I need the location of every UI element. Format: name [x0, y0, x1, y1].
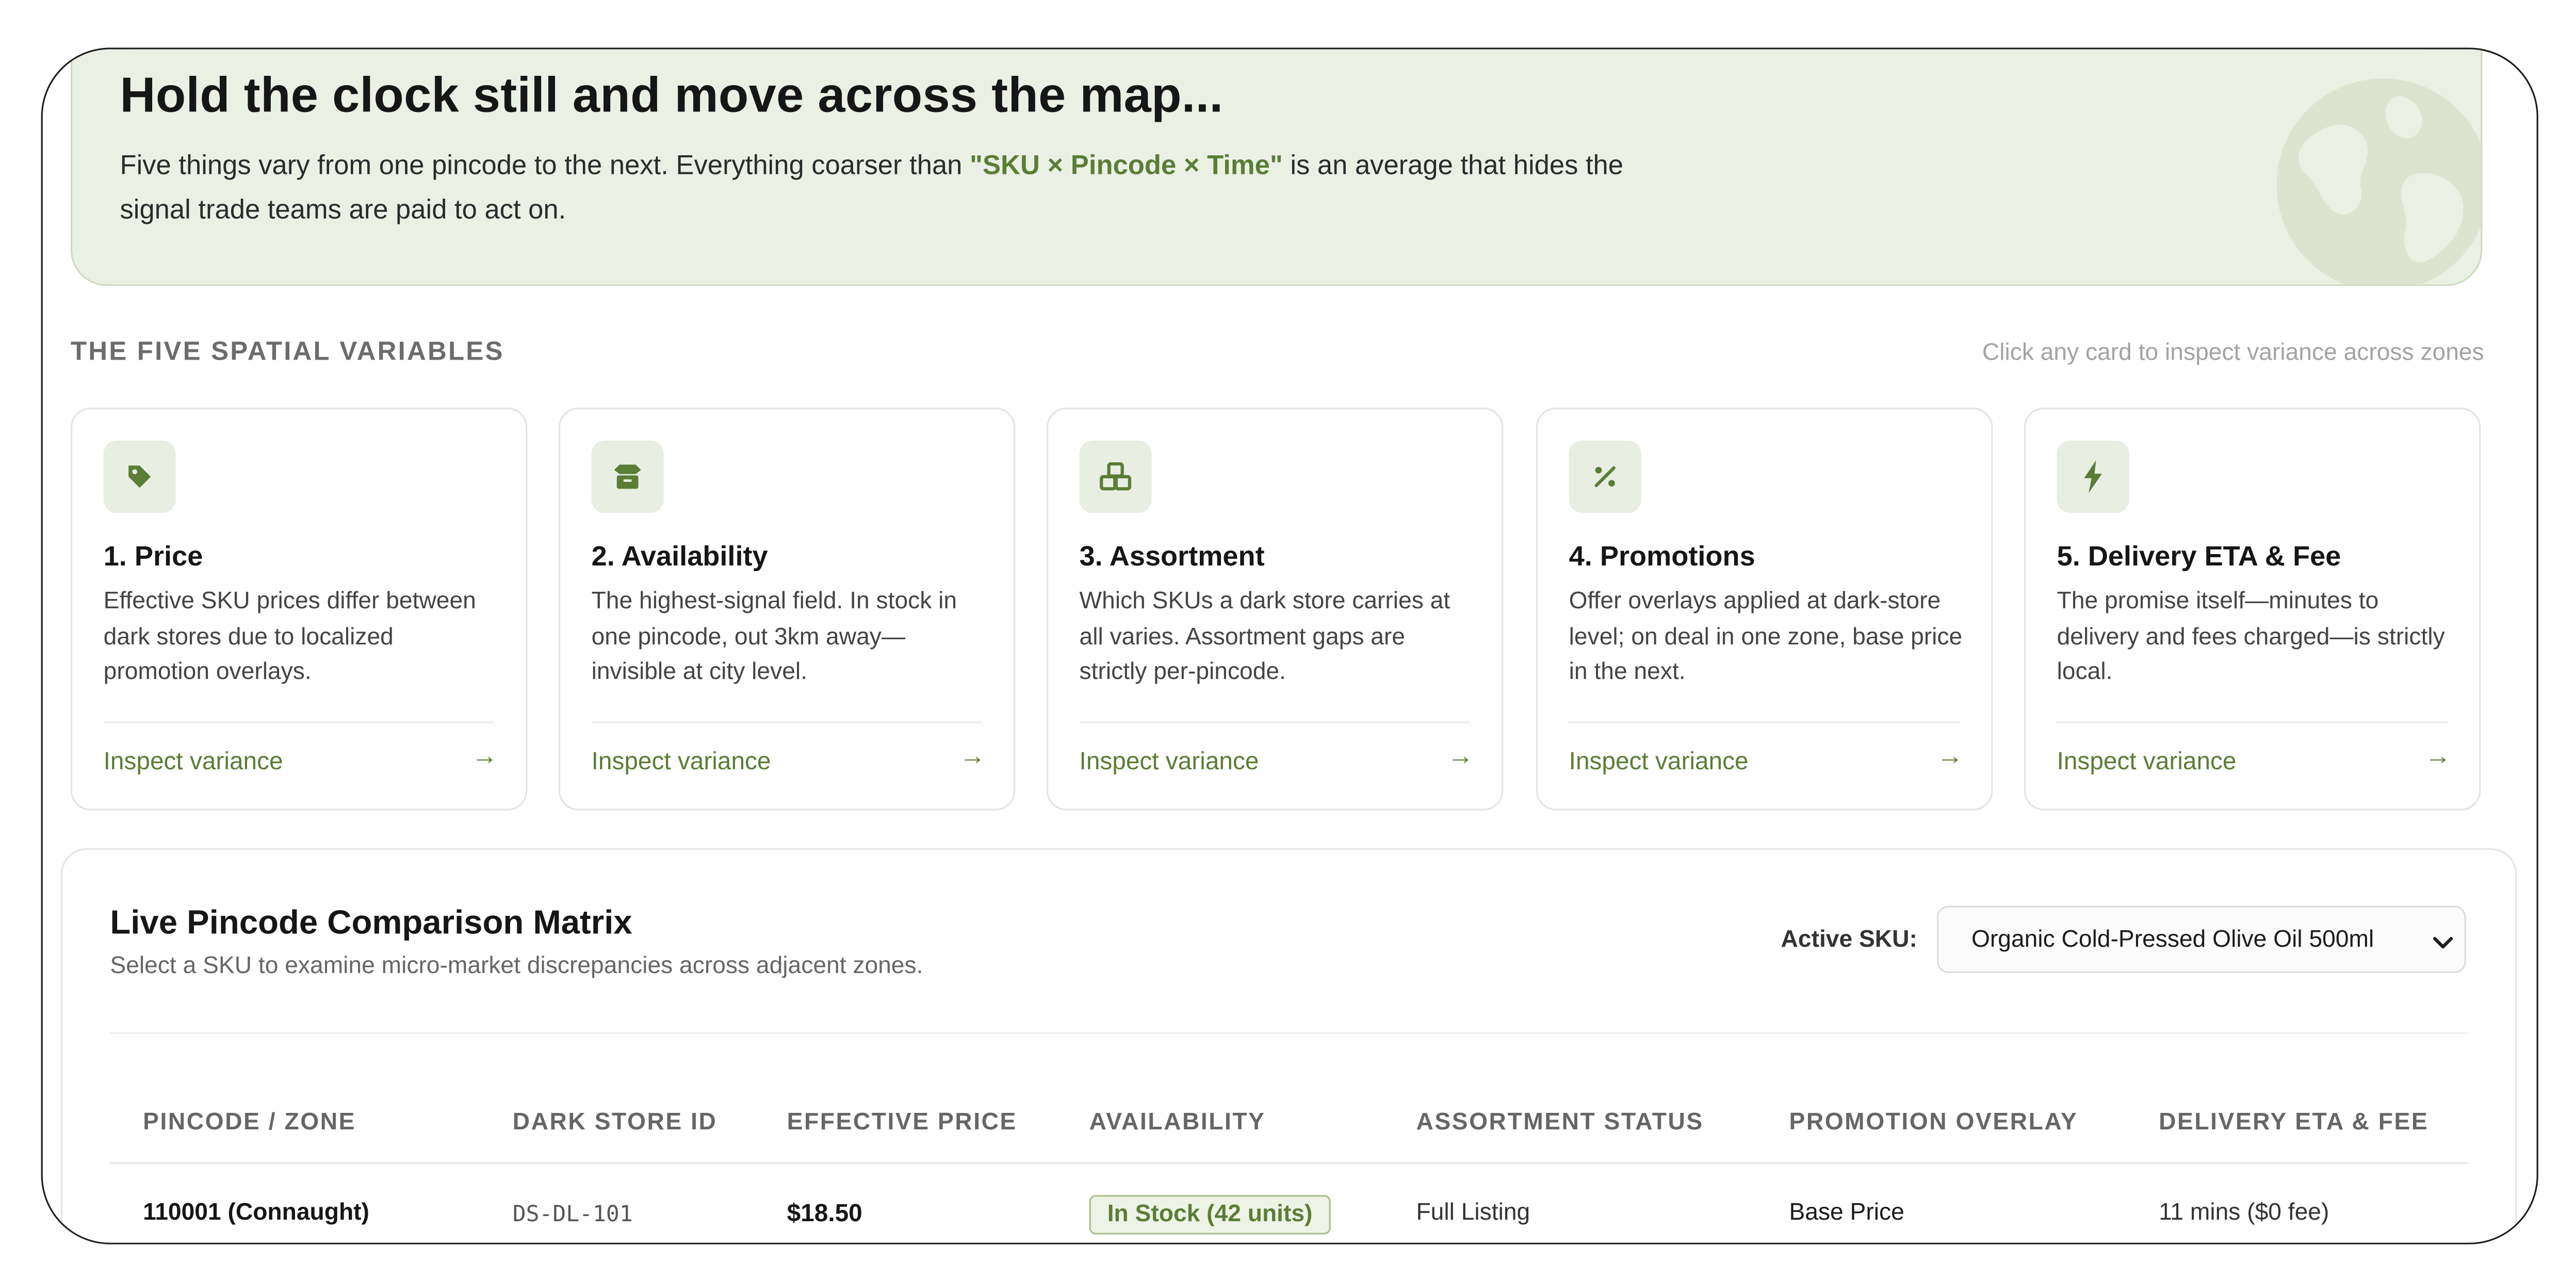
card-title: 2. Availability	[591, 541, 768, 572]
inspect-variance-link[interactable]: Inspect variance	[104, 748, 283, 776]
card-availability[interactable]: 2. Availability The highest-signal field…	[558, 408, 1016, 811]
column-header-availability[interactable]: AVAILABILITY	[1089, 1110, 1266, 1136]
globe-icon	[2276, 78, 2481, 285]
hero-banner: Hold the clock still and move across the…	[70, 49, 2483, 286]
arrow-right-icon[interactable]: →	[1447, 743, 1474, 772]
card-description: Offer overlays applied at dark-store lev…	[1569, 588, 1963, 686]
chevron-down-icon	[2433, 937, 2453, 949]
matrix-title: Live Pincode Comparison Matrix	[110, 904, 632, 942]
card-title: 5. Delivery ETA & Fee	[2057, 541, 2341, 572]
card-divider	[1569, 721, 1960, 723]
box-open-icon	[591, 440, 664, 513]
cell-promotion: Base Price	[1789, 1200, 1904, 1226]
hero-desc-text: Five things vary from one pincode to the…	[120, 151, 970, 181]
percent-icon	[1569, 440, 1641, 513]
inspect-variance-link[interactable]: Inspect variance	[1080, 748, 1259, 776]
hero-description: Five things vary from one pincode to the…	[120, 144, 1698, 233]
card-description: The promise itself—minutes to delivery a…	[2057, 588, 2445, 686]
card-price[interactable]: 1. Price Effective SKU prices differ bet…	[70, 408, 528, 811]
bolt-icon	[2057, 440, 2129, 513]
card-divider	[591, 721, 983, 723]
cell-delivery: 11 mins ($0 fee)	[2159, 1200, 2329, 1226]
tag-icon	[103, 440, 176, 513]
card-divider	[103, 721, 495, 723]
section-title: THE FIVE SPATIAL VARIABLES	[70, 338, 504, 367]
cell-assortment: Full Listing	[1416, 1200, 1530, 1226]
availability-badge: In Stock (42 units)	[1089, 1195, 1331, 1235]
matrix-subtitle: Select a SKU to examine micro-market dis…	[110, 953, 923, 980]
column-header-promotion[interactable]: PROMOTION OVERLAY	[1789, 1110, 2078, 1136]
card-title: 1. Price	[103, 541, 203, 572]
card-description: Effective SKU prices differ between dark…	[103, 588, 476, 686]
card-description: Which SKUs a dark store carries at all v…	[1079, 588, 1450, 686]
column-header-delivery[interactable]: DELIVERY ETA & FEE	[2159, 1110, 2428, 1136]
card-title: 3. Assortment	[1079, 541, 1265, 572]
cell-pincode: 110001 (Connaught)	[143, 1200, 369, 1226]
card-description: The highest-signal field. In stock in on…	[591, 588, 957, 686]
app-window: Hold the clock still and move across the…	[41, 47, 2538, 1244]
card-title: 4. Promotions	[1569, 541, 1755, 572]
divider	[110, 1032, 2468, 1034]
inspect-variance-link[interactable]: Inspect variance	[1569, 748, 1749, 776]
card-delivery[interactable]: 5. Delivery ETA & Fee The promise itself…	[2024, 408, 2481, 811]
column-header-price[interactable]: EFFECTIVE PRICE	[787, 1110, 1017, 1136]
active-sku-value: Organic Cold-Pressed Olive Oil 500ml	[1971, 927, 2374, 953]
arrow-right-icon[interactable]: →	[1937, 743, 1963, 772]
arrow-right-icon[interactable]: →	[471, 743, 498, 772]
arrow-right-icon[interactable]: →	[2425, 743, 2451, 772]
cubes-icon	[1079, 440, 1152, 513]
active-sku-label: Active SKU:	[1781, 927, 1917, 953]
cell-store-id: DS-DL-101	[512, 1201, 633, 1228]
page: Hold the clock still and move across the…	[0, 0, 2576, 1279]
comparison-matrix-panel: Live Pincode Comparison Matrix Select a …	[60, 848, 2517, 1243]
hero-title: Hold the clock still and move across the…	[120, 69, 1224, 123]
card-divider	[1079, 721, 1471, 723]
hero-desc-highlight: "SKU × Pincode × Time"	[970, 151, 1283, 181]
arrow-right-icon[interactable]: →	[959, 743, 986, 772]
cell-price: $18.50	[787, 1200, 862, 1228]
card-divider	[2057, 721, 2448, 723]
column-header-assortment[interactable]: ASSORTMENT STATUS	[1416, 1110, 1703, 1136]
table-header-divider	[110, 1162, 2468, 1164]
column-header-pincode[interactable]: PINCODE / ZONE	[143, 1110, 356, 1136]
column-header-store-id[interactable]: DARK STORE ID	[513, 1110, 718, 1136]
inspect-variance-link[interactable]: Inspect variance	[592, 748, 771, 776]
card-promotions[interactable]: 4. Promotions Offer overlays applied at …	[1536, 408, 1993, 811]
section-hint: Click any card to inspect variance acros…	[1982, 340, 2484, 367]
active-sku-select[interactable]: Organic Cold-Pressed Olive Oil 500ml	[1937, 905, 2466, 974]
card-assortment[interactable]: 3. Assortment Which SKUs a dark store ca…	[1046, 408, 1504, 811]
inspect-variance-link[interactable]: Inspect variance	[2057, 748, 2237, 776]
